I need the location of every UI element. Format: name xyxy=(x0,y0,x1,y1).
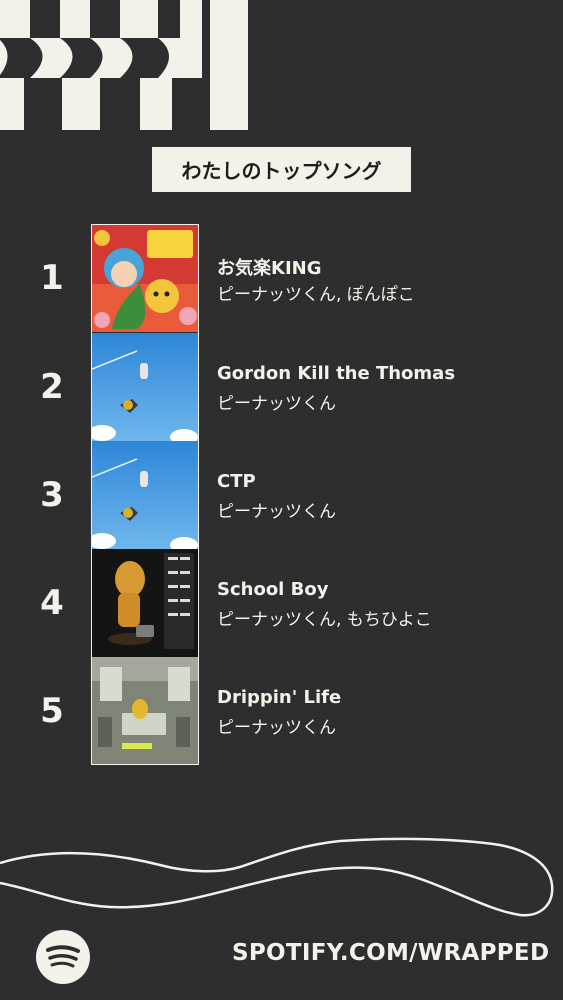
track-title: Drippin' Life xyxy=(217,687,342,708)
track-title: Gordon Kill the Thomas xyxy=(217,363,456,384)
footer-url-link[interactable]: SPOTIFY.COM/WRAPPED xyxy=(232,940,549,966)
track-artist: ピーナッツくん, ぽんぽこ xyxy=(217,285,415,305)
track-row[interactable]: 4 School Boy ピーナッツくん, もちひよこ xyxy=(0,549,563,657)
checker-pattern xyxy=(0,0,248,130)
rank-number: 2 xyxy=(40,367,64,407)
rank-number: 4 xyxy=(40,583,64,623)
rank-number: 5 xyxy=(40,691,64,731)
track-title: CTP xyxy=(217,471,256,492)
track-row[interactable]: 2 Gordon Kill the Thomas ピーナッツくん xyxy=(0,333,563,441)
track-artist: ピーナッツくん xyxy=(217,718,336,738)
squiggle-line xyxy=(0,837,554,917)
album-cover xyxy=(92,549,198,657)
track-artist: ピーナッツくん, もちひよこ xyxy=(217,610,432,630)
track-row[interactable]: 1 お気楽KING ピーナッツくん, ぽんぽこ xyxy=(0,224,563,332)
track-row[interactable]: 5 Drippin' Life ピーナッツくん xyxy=(0,657,563,765)
album-cover xyxy=(92,657,198,765)
track-title: School Boy xyxy=(217,579,329,600)
album-cover xyxy=(92,333,198,441)
track-artist: ピーナッツくん xyxy=(217,502,336,522)
spotify-logo-icon[interactable] xyxy=(36,930,90,984)
track-artist: ピーナッツくん xyxy=(217,394,336,414)
page-title: わたしのトップソング xyxy=(152,147,411,192)
album-cover xyxy=(92,224,198,332)
track-row[interactable]: 3 CTP ピーナッツくん xyxy=(0,441,563,549)
rank-number: 1 xyxy=(40,258,64,298)
rank-number: 3 xyxy=(40,475,64,515)
album-cover xyxy=(92,441,198,549)
track-title: お気楽KING xyxy=(217,258,322,279)
